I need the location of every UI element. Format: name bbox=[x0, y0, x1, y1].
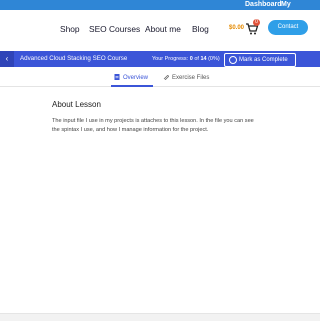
tab-exercise-files-label: Exercise Files bbox=[172, 75, 210, 81]
progress-percent: (0%) bbox=[208, 56, 220, 62]
back-arrow-icon[interactable]: ‹ bbox=[0, 51, 14, 67]
paperclip-icon bbox=[163, 75, 169, 80]
top-bar: Dashboard My Account bbox=[0, 0, 320, 18]
nav-shop[interactable]: Shop bbox=[60, 23, 80, 35]
document-icon bbox=[114, 74, 120, 80]
progress-of: of bbox=[194, 56, 199, 62]
mark-complete-label: Mark as Complete bbox=[239, 57, 288, 63]
main-nav: Shop SEO Courses About me Blog $0.00 0 C… bbox=[0, 10, 320, 48]
tab-exercise-files[interactable]: Exercise Files bbox=[163, 73, 209, 83]
active-tab-indicator bbox=[111, 85, 153, 87]
progress-label: Your Progress: bbox=[152, 56, 189, 62]
progress-text: Your Progress: 0 of 14 (0%) bbox=[152, 51, 220, 67]
progress-total: 14 bbox=[200, 56, 207, 62]
mark-complete-button[interactable]: Mark as Complete bbox=[224, 53, 296, 67]
tab-overview-label: Overview bbox=[123, 75, 149, 81]
progress-current: 0 bbox=[189, 56, 193, 62]
lesson-body: The input file I use in my projects is a… bbox=[52, 118, 254, 133]
dashboard-link[interactable]: Dashboard bbox=[245, 0, 282, 10]
lesson-title: About Lesson bbox=[52, 100, 101, 109]
tab-overview[interactable]: Overview bbox=[114, 73, 148, 83]
nav-about-me[interactable]: About me bbox=[145, 23, 181, 35]
check-circle-icon bbox=[229, 56, 237, 64]
cart-count-badge: 0 bbox=[253, 19, 260, 26]
nav-seo-courses[interactable]: SEO Courses bbox=[89, 23, 140, 35]
course-header-bar: ‹ Advanced Cloud Stacking SEO Course You… bbox=[0, 51, 320, 67]
contact-button[interactable]: Contact bbox=[268, 20, 308, 35]
nav-blog[interactable]: Blog bbox=[192, 23, 209, 35]
lesson-tabs: Overview Exercise Files bbox=[0, 70, 320, 87]
cart-price[interactable]: $0.00 bbox=[229, 25, 244, 31]
course-title: Advanced Cloud Stacking SEO Course bbox=[20, 55, 128, 62]
